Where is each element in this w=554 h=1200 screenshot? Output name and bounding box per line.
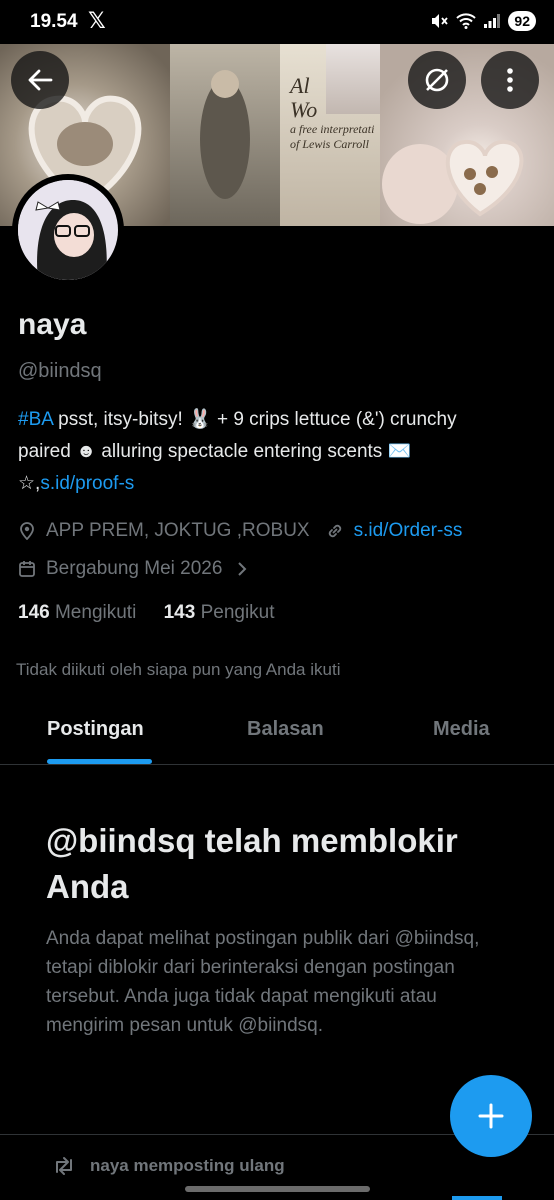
avatar-image	[18, 180, 118, 280]
tab-balasan[interactable]: Balasan	[247, 718, 324, 741]
avatar[interactable]	[12, 174, 124, 286]
back-button[interactable]	[11, 51, 69, 109]
blocked-title: @biindsq telah memblokir Anda	[46, 822, 458, 905]
hashtag-link[interactable]: #BA	[18, 409, 53, 430]
mute-icon	[432, 14, 449, 28]
repost-label: naya memposting ulang	[90, 1156, 285, 1175]
bio-text: psst, itsy-bitsy! 🐰 + 9 crips lettuce (&…	[52, 409, 457, 430]
bio-line: #BA psst, itsy-bitsy! 🐰 + 9 crips lettuc…	[18, 404, 538, 436]
display-name: naya	[18, 308, 87, 341]
x-logo-icon: 𝕏	[88, 9, 106, 34]
profile-joined-row[interactable]: Bergabung Mei 2026	[18, 558, 248, 580]
followed-by-note: Tidak diikuti oleh siapa pun yang Anda i…	[16, 660, 341, 679]
more-options-button[interactable]	[481, 51, 539, 109]
following-label: Mengikuti	[54, 602, 137, 623]
chevron-right-icon	[238, 562, 247, 576]
tabs-divider	[0, 764, 554, 765]
compose-post-button[interactable]	[450, 1075, 532, 1157]
profile-website-link[interactable]: s.id/Order-ss	[354, 520, 463, 542]
more-icon	[507, 68, 513, 92]
profile-handle: @biindsq	[18, 360, 102, 382]
translate-icon	[425, 68, 449, 92]
profile-bio: #BA psst, itsy-bitsy! 🐰 + 9 crips lettuc…	[18, 404, 538, 500]
back-arrow-icon	[28, 69, 53, 91]
home-indicator[interactable]	[185, 1186, 370, 1192]
location-icon	[20, 522, 34, 540]
following-link[interactable]: 146 Mengikuti	[18, 602, 136, 623]
bio-link[interactable]: s.id/proof-s	[40, 473, 134, 494]
status-time: 19.54	[30, 11, 78, 32]
profile-meta-row: APP PREM, JOKTUG ,ROBUX s.id/Order-ss	[18, 520, 462, 542]
blocked-message: Anda dapat melihat postingan publik dari…	[46, 928, 480, 1036]
battery-indicator: 92	[508, 11, 536, 31]
plus-icon	[478, 1103, 504, 1129]
banner-panel-illustration	[170, 44, 280, 226]
translate-button[interactable]	[408, 51, 466, 109]
status-icons: 92	[430, 11, 536, 31]
book-text-line: a free interpretati	[290, 122, 375, 136]
following-count: 146	[18, 602, 50, 623]
followers-label: Pengikut	[200, 602, 275, 623]
tab-media[interactable]: Media	[433, 718, 490, 741]
profile-joined-date: Bergabung Mei 2026	[46, 558, 223, 579]
repost-indicator: naya memposting ulang	[52, 1156, 285, 1176]
followers-link[interactable]: 143 Pengikut	[164, 602, 275, 623]
tab-postingan[interactable]: Postingan	[47, 718, 144, 741]
bio-line: ☆,s.id/proof-s	[18, 468, 538, 500]
link-icon	[328, 524, 341, 538]
followers-count: 143	[163, 602, 196, 623]
bio-line: paired ☻ alluring spectacle entering sce…	[18, 441, 412, 462]
wifi-icon	[456, 13, 477, 29]
bio-text: ☆,	[18, 473, 41, 494]
signal-icon	[484, 14, 501, 28]
follow-counts: 146 Mengikuti 143 Pengikut	[18, 602, 275, 624]
book-text-line: of Lewis Carroll	[290, 137, 369, 151]
status-bar: 19.54 𝕏 92	[0, 0, 554, 44]
repost-icon	[56, 1157, 72, 1175]
next-post-media-edge	[452, 1196, 502, 1200]
calendar-icon	[19, 561, 35, 577]
profile-location: APP PREM, JOKTUG ,ROBUX	[46, 520, 310, 541]
